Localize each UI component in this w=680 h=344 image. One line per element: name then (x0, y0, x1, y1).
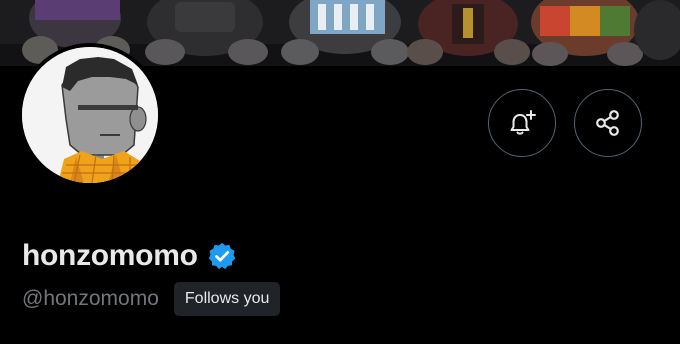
verified-badge-icon[interactable] (207, 241, 237, 271)
display-name: honzomomo (22, 239, 198, 272)
bell-plus-icon (507, 108, 537, 138)
name-row: honzomomo (22, 234, 237, 278)
avatar-image (22, 47, 158, 183)
share-icon (593, 108, 623, 138)
follows-you-badge: Follows you (173, 282, 281, 316)
profile-avatar[interactable] (18, 43, 162, 187)
notify-button[interactable] (488, 89, 556, 157)
share-button[interactable] (574, 89, 642, 157)
handle-row: @honzomomo Follows you (22, 280, 281, 318)
username-handle: @honzomomo (22, 287, 159, 310)
